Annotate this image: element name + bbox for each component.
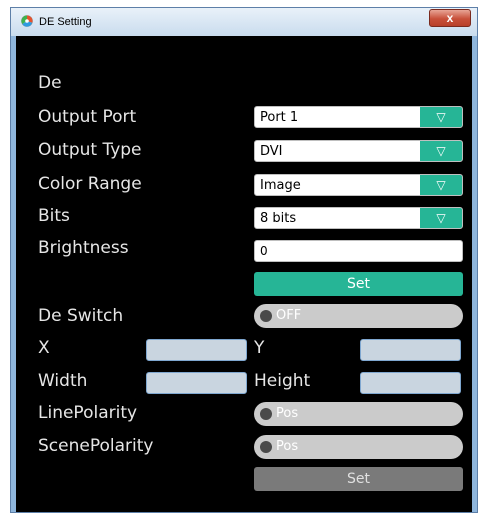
line-polarity-toggle[interactable]: Pos [254, 402, 463, 426]
chevron-down-icon[interactable]: ▽ [420, 141, 462, 161]
toggle-knob [260, 408, 272, 420]
brightness-input[interactable]: 0 [254, 240, 463, 262]
toggle-knob [260, 310, 272, 322]
chevron-down-icon[interactable]: ▽ [420, 208, 462, 228]
output-type-value: DVI [260, 144, 283, 159]
output-port-value: Port 1 [260, 110, 299, 125]
title-bar[interactable]: DE Setting x [11, 8, 477, 36]
window-title: DE Setting [39, 16, 92, 28]
scene-polarity-label: ScenePolarity [38, 436, 154, 456]
output-type-label: Output Type [38, 140, 142, 160]
height-label: Height [254, 371, 311, 391]
y-label: Y [254, 338, 265, 358]
app-icon [21, 15, 33, 27]
line-polarity-label: LinePolarity [38, 403, 138, 423]
bits-label: Bits [38, 206, 70, 226]
bits-value: 8 bits [260, 211, 297, 226]
set-button-disabled[interactable]: Set [254, 467, 463, 491]
y-input[interactable] [360, 339, 461, 361]
color-range-label: Color Range [38, 174, 142, 194]
section-label: De [38, 73, 62, 93]
color-range-value: Image [260, 178, 301, 193]
de-switch-label: De Switch [38, 306, 124, 326]
output-type-select[interactable]: DVI ▽ [254, 140, 463, 162]
close-button[interactable]: x [429, 9, 471, 27]
scene-polarity-state: Pos [276, 439, 299, 454]
brightness-label: Brightness [38, 238, 129, 258]
output-port-label: Output Port [38, 107, 137, 127]
chevron-down-icon[interactable]: ▽ [420, 107, 462, 127]
output-port-select[interactable]: Port 1 ▽ [254, 106, 463, 128]
line-polarity-state: Pos [276, 406, 299, 421]
de-switch-toggle[interactable]: OFF [254, 304, 463, 328]
brightness-value: 0 [260, 244, 268, 258]
de-switch-state: OFF [276, 308, 302, 323]
x-input[interactable] [146, 339, 247, 361]
bits-select[interactable]: 8 bits ▽ [254, 207, 463, 229]
height-input[interactable] [360, 372, 461, 394]
x-label: X [38, 338, 50, 358]
close-icon: x [446, 11, 454, 25]
dialog-content: De Output Port Port 1 ▽ Output Type DVI … [16, 36, 472, 512]
set-button[interactable]: Set [254, 272, 463, 296]
width-input[interactable] [146, 372, 247, 394]
de-setting-window: DE Setting x De Output Port Port 1 ▽ Out… [10, 7, 478, 513]
width-label: Width [38, 371, 88, 391]
chevron-down-icon[interactable]: ▽ [420, 175, 462, 195]
toggle-knob [260, 441, 272, 453]
scene-polarity-toggle[interactable]: Pos [254, 435, 463, 459]
color-range-select[interactable]: Image ▽ [254, 174, 463, 196]
